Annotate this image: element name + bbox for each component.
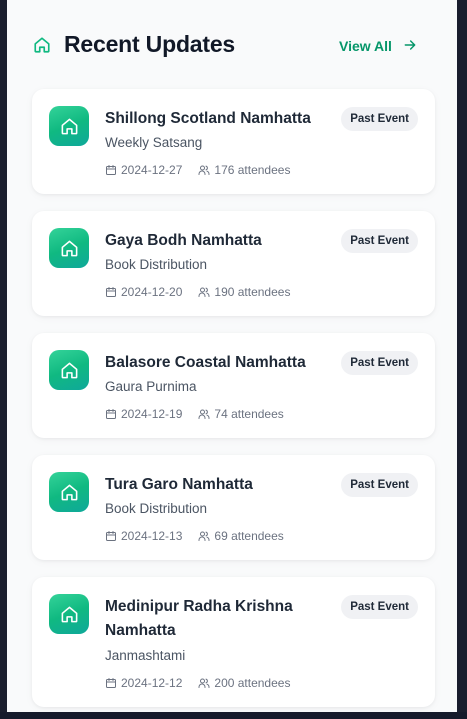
namhatta-avatar (49, 228, 89, 268)
update-meta: 2024-12-13 69 attendees (105, 528, 284, 544)
recent-updates-panel: Recent Updates View All Shillong Scotlan… (7, 0, 457, 712)
view-all-label: View All (339, 38, 392, 54)
home-icon (61, 606, 77, 622)
update-meta: 2024-12-19 74 attendees (105, 406, 284, 422)
bottom-edge (0, 712, 467, 719)
update-title: Shillong Scotland Namhatta (105, 110, 311, 127)
update-title: Tura Garo Namhatta (105, 476, 253, 493)
update-subtitle: Janmashtami (105, 648, 186, 663)
home-icon (61, 362, 77, 378)
update-date: 2024-12-19 (121, 407, 183, 421)
status-badge: Past Event (341, 351, 418, 375)
update-attendees: 200 attendees (214, 676, 291, 690)
users-icon (198, 678, 210, 688)
home-icon (61, 240, 77, 256)
update-title: Balasore Coastal Namhatta (105, 354, 306, 371)
section-header: Recent Updates View All (7, 0, 457, 88)
users-icon (198, 409, 210, 419)
calendar-icon (106, 287, 116, 297)
calendar-icon (106, 678, 116, 688)
namhatta-avatar (49, 106, 89, 146)
update-card[interactable]: Shillong Scotland Namhatta Weekly Satsan… (32, 89, 435, 194)
update-card[interactable]: Balasore Coastal Namhatta Gaura Purnima … (32, 333, 435, 438)
home-icon (61, 118, 77, 134)
update-subtitle: Weekly Satsang (105, 135, 203, 150)
arrow-right-icon (402, 37, 418, 56)
namhatta-avatar (49, 594, 89, 634)
update-meta: 2024-12-12 200 attendees (105, 675, 290, 691)
update-date: 2024-12-27 (121, 163, 183, 177)
home-icon (33, 36, 51, 54)
update-card[interactable]: Tura Garo Namhatta Book Distribution 202… (32, 455, 435, 560)
update-attendees: 69 attendees (214, 529, 284, 543)
users-icon (198, 165, 210, 175)
calendar-icon (106, 165, 116, 175)
status-badge: Past Event (341, 229, 418, 253)
update-subtitle: Gaura Purnima (105, 379, 197, 394)
update-card[interactable]: Gaya Bodh Namhatta Book Distribution 202… (32, 211, 435, 316)
update-subtitle: Book Distribution (105, 257, 208, 272)
status-badge: Past Event (341, 473, 418, 497)
namhatta-avatar (49, 472, 89, 512)
update-title: Gaya Bodh Namhatta (105, 232, 262, 249)
status-badge: Past Event (341, 107, 418, 131)
update-date: 2024-12-13 (121, 529, 183, 543)
update-date: 2024-12-20 (121, 285, 183, 299)
update-meta: 2024-12-20 190 attendees (105, 284, 290, 300)
users-icon (198, 531, 210, 541)
update-meta: 2024-12-27 176 attendees (105, 162, 290, 178)
status-badge: Past Event (341, 595, 418, 619)
calendar-icon (106, 409, 116, 419)
view-all-link[interactable]: View All (339, 35, 418, 57)
users-icon (198, 287, 210, 297)
home-icon (61, 484, 77, 500)
namhatta-avatar (49, 350, 89, 390)
update-attendees: 74 attendees (214, 407, 284, 421)
update-attendees: 176 attendees (214, 163, 291, 177)
update-date: 2024-12-12 (121, 676, 183, 690)
update-attendees: 190 attendees (214, 285, 291, 299)
update-card[interactable]: Medinipur Radha Krishna Namhatta Janmash… (32, 577, 435, 707)
calendar-icon (106, 531, 116, 541)
update-title: Medinipur Radha Krishna Namhatta (105, 598, 293, 639)
section-title: Recent Updates (64, 31, 236, 57)
update-subtitle: Book Distribution (105, 501, 208, 516)
